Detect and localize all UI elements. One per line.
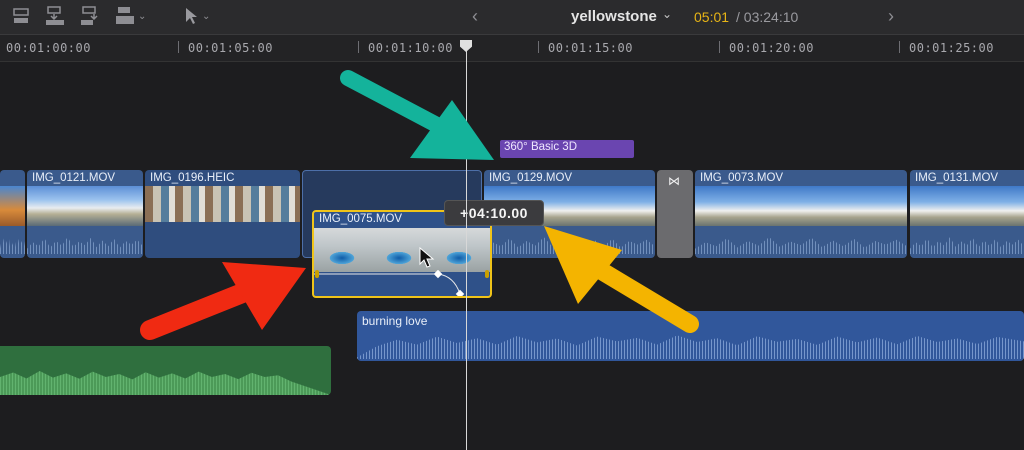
insert-clip-icon [46,6,64,25]
project-title[interactable]: yellowstone [571,8,657,25]
audio-waveform [910,237,1024,254]
connect-clip-button[interactable] [12,5,30,27]
clip-thumbnails [314,228,490,272]
audio-waveform [695,237,907,254]
arrow-pointer-icon [186,8,197,24]
playhead[interactable] [466,48,467,450]
chevron-down-icon: ⌄ [202,10,211,22]
timecode-current: 05:01 [694,9,730,25]
audio-waveform [484,237,655,254]
clip-partial[interactable] [0,170,25,258]
connect-clip-icon [13,8,29,23]
clip-name: IMG_0129.MOV [489,172,573,184]
ruler-label: 00:01:15:00 [548,41,633,55]
audio-clip-burning-love[interactable]: burning love [357,311,1024,361]
clip-thumbnails [0,186,25,226]
timeline-ruler[interactable]: 00:01:00:00 00:01:05:00 00:01:10:00 00:0… [0,35,1024,62]
drag-offset-value: +04:10.00 [460,205,528,221]
append-clip-button[interactable] [80,5,100,27]
ruler-label: 00:01:25:00 [909,41,994,55]
clip-img-0196[interactable]: IMG_0196.HEIC [145,170,300,258]
audio-waveform [27,237,143,254]
audio-clip-green[interactable] [0,346,331,395]
clip-img-0073[interactable]: IMG_0073.MOV [695,170,907,258]
append-clip-icon [81,6,98,25]
mouse-cursor-icon [419,247,435,268]
select-tool-button[interactable]: ⌄ [183,5,210,27]
overwrite-clip-icon [116,7,134,24]
clip-thumbnails [695,186,907,226]
audio-waveform [0,237,25,254]
ruler-tick [538,41,539,53]
clip-name: IMG_0121.MOV [32,172,116,184]
volume-keyframe-curve [314,270,489,296]
clip-name: IMG_0131.MOV [915,172,999,184]
back-arrow-icon[interactable]: ‹ [472,6,478,27]
timeline-toolbar: ⌄ ⌄ ‹ yellowstone ⌄ 05:01 / 03:24:10 › [0,0,1024,35]
transition[interactable]: ⋈ [657,170,693,258]
ruler-label: 00:01:00:00 [6,41,91,55]
overwrite-clip-button[interactable]: ⌄ [115,5,146,27]
ruler-tick [178,41,179,53]
clip-name: IMG_0075.MOV [319,213,403,225]
ruler-label: 00:01:10:00 [368,41,453,55]
ruler-tick [899,41,900,53]
ruler-label: 00:01:20:00 [729,41,814,55]
clip-name: burning love [362,314,428,328]
chevron-down-icon[interactable]: ⌄ [662,7,672,21]
bowtie-transition-icon: ⋈ [668,174,680,188]
audio-waveform [0,371,331,395]
teal-arrow-icon [340,70,494,160]
clip-thumbnails [27,186,143,226]
ruler-label: 00:01:05:00 [188,41,273,55]
clip-name: IMG_0196.HEIC [150,172,235,184]
ruler-tick [719,41,720,53]
effect-label: 360° Basic 3D [504,141,577,153]
clip-img-0121[interactable]: IMG_0121.MOV [27,170,143,258]
forward-arrow-icon[interactable]: › [888,6,894,27]
audio-waveform [357,335,1024,359]
drag-offset-tooltip: +04:10.00 [444,200,544,226]
timecode-total: / 03:24:10 [736,9,799,25]
clip-img-0131[interactable]: IMG_0131.MOV [910,170,1024,258]
clip-name: IMG_0073.MOV [700,172,784,184]
chevron-down-icon: ⌄ [138,10,147,22]
ruler-tick [358,41,359,53]
red-arrow-icon [140,262,306,340]
clip-thumbnails [145,186,300,222]
insert-clip-button[interactable] [45,5,65,27]
effect-clip[interactable]: 360° Basic 3D [500,140,634,158]
clip-thumbnails [910,186,1024,226]
